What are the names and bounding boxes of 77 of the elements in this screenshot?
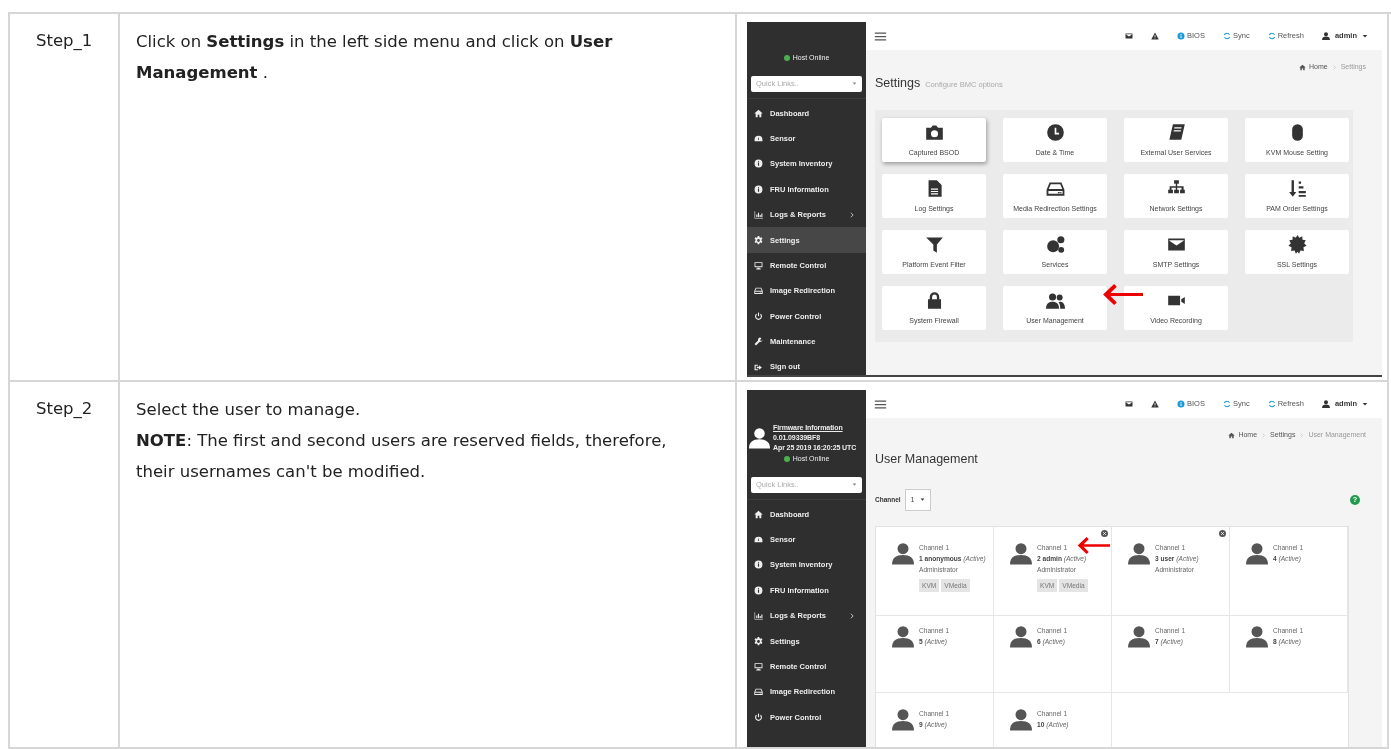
seal-icon — [1287, 234, 1307, 254]
caret-icon — [1362, 401, 1368, 407]
monitor-icon — [754, 261, 763, 271]
sync-icon — [1267, 400, 1276, 408]
sign-out-icon — [754, 362, 763, 372]
caret-icon — [852, 81, 857, 86]
page-title: User Management — [875, 451, 978, 468]
users-icon — [1045, 290, 1065, 310]
user-avatar-icon — [1128, 624, 1150, 648]
step-label: Step_1 — [35, 30, 93, 52]
user-avatar-icon — [1010, 541, 1032, 565]
home-icon — [754, 108, 763, 118]
delete-icon[interactable] — [1101, 529, 1108, 537]
info-icon — [754, 159, 763, 169]
info-icon — [754, 585, 763, 595]
status-dot — [783, 456, 790, 463]
gauge-icon — [754, 134, 763, 144]
user-avatar-icon — [1321, 400, 1330, 408]
envelope-icon[interactable] — [1125, 400, 1133, 408]
home-icon — [754, 509, 763, 519]
user-avatar-icon — [1246, 624, 1268, 648]
gauge-icon — [754, 535, 763, 545]
user-avatar-icon — [1010, 707, 1032, 731]
bar-chart-icon — [754, 611, 763, 621]
info-icon — [754, 560, 763, 570]
user-avatar-icon — [1010, 624, 1032, 648]
user-avatar-icon — [1128, 541, 1150, 565]
caret-icon — [1362, 33, 1368, 39]
bar-chart-icon — [754, 210, 763, 220]
caret-icon — [852, 482, 857, 487]
filter-icon — [924, 234, 944, 254]
step-label: Step_2 — [35, 398, 93, 420]
sort-icon — [1287, 178, 1307, 198]
status-dot — [783, 55, 790, 62]
annotation-arrow — [1101, 283, 1143, 305]
info-icon — [1177, 400, 1185, 408]
clock-icon — [1045, 122, 1065, 142]
sync-icon — [1222, 32, 1231, 40]
breadcrumb-separator-icon — [1331, 64, 1337, 70]
sync-icon — [1222, 400, 1231, 408]
envelope-icon[interactable] — [1125, 32, 1133, 40]
drive-icon — [754, 687, 763, 697]
user-avatar-icon — [749, 426, 770, 450]
instruction-text: Select the user to manage. — [136, 399, 362, 421]
power-icon — [754, 311, 763, 321]
book-icon — [1166, 122, 1186, 142]
delete-icon[interactable] — [1219, 529, 1226, 537]
warning-icon[interactable] — [1151, 400, 1159, 408]
breadcrumb-separator-icon — [1261, 432, 1267, 438]
info-icon — [1177, 32, 1185, 40]
caret-icon — [920, 497, 926, 503]
instruction-text: NOTE: The first and second users are reserved fields, therefore, their usernames can't be modified. — [136, 430, 668, 483]
chevron-right-icon — [849, 612, 855, 619]
user-avatar-icon — [892, 541, 914, 565]
power-icon — [754, 712, 763, 722]
chevron-right-icon — [849, 211, 855, 218]
menu-icon[interactable] — [874, 397, 887, 411]
info-icon — [754, 184, 763, 194]
home-icon — [1299, 63, 1306, 71]
home-icon — [1228, 431, 1236, 439]
camera-icon — [924, 122, 944, 142]
gear-icon — [754, 235, 763, 245]
user-avatar-icon — [1246, 541, 1268, 565]
user-avatar-icon — [892, 624, 914, 648]
instruction-text: Click on Settings in the left side menu and click on User Management . — [136, 31, 614, 84]
user-avatar-icon — [1321, 32, 1330, 40]
warning-icon[interactable] — [1151, 32, 1159, 40]
page-title: Settings — [875, 75, 921, 92]
drive-icon — [754, 286, 763, 296]
breadcrumb-separator-icon — [1299, 432, 1305, 438]
annotation-arrow — [1076, 536, 1110, 554]
monitor-icon — [754, 662, 763, 672]
sync-icon — [1267, 32, 1276, 40]
gear-icon — [754, 636, 763, 646]
wrench-icon — [754, 337, 763, 347]
menu-icon[interactable] — [874, 29, 887, 43]
user-avatar-icon — [892, 707, 914, 731]
